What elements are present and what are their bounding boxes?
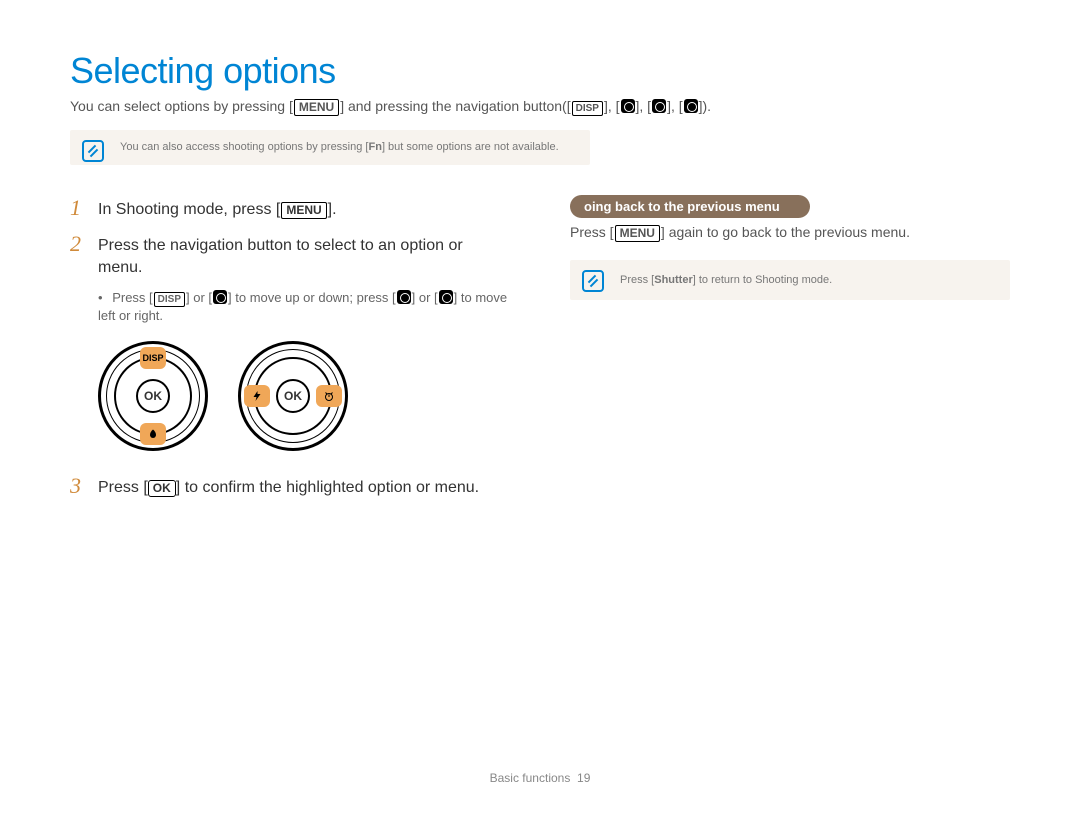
note-icon <box>82 140 104 162</box>
note1-a: You can also access shooting options by … <box>120 141 368 153</box>
macro-icon <box>213 290 227 304</box>
section-pill: oing back to the previous menu <box>570 195 810 218</box>
menu-key-label: MENU <box>281 202 326 219</box>
step-number: 1 <box>70 195 84 221</box>
dial-ok: OK <box>276 379 310 413</box>
note-icon <box>582 270 604 292</box>
s2s-d: ] or [ <box>412 290 438 305</box>
intro-e: ], [ <box>667 98 683 114</box>
macro-icon <box>621 99 635 113</box>
intro-a: You can select options by pressing [ <box>70 98 293 114</box>
dial-pad-flash <box>244 385 270 407</box>
intro-b: ] and pressing the navigation button([ <box>340 98 570 114</box>
rn-b: ] to return to Shooting mode. <box>693 274 832 286</box>
r-b: ] again to go back to the previous menu. <box>661 224 910 240</box>
right-text: Press [MENU] again to go back to the pre… <box>570 224 1010 242</box>
disp-key-label: DISP <box>154 292 185 307</box>
s1-b: ]. <box>328 201 337 218</box>
step-2-text: Press the navigation button to select to… <box>98 231 510 278</box>
footer-page-number: 19 <box>577 771 590 785</box>
flash-icon <box>397 290 411 304</box>
footer-section: Basic functions <box>490 771 571 785</box>
step-2: 2 Press the navigation button to select … <box>70 231 510 278</box>
step-1: 1 In Shooting mode, press [MENU]. <box>70 195 510 221</box>
step-1-text: In Shooting mode, press [MENU]. <box>98 195 337 221</box>
intro-f: ]). <box>699 98 711 114</box>
intro-c: ], [ <box>604 98 620 114</box>
dial-pad-timer <box>316 385 342 407</box>
menu-key-label: MENU <box>294 99 339 116</box>
s3-a: Press [ <box>98 479 148 496</box>
dial-pad-disp: DISP <box>140 347 166 369</box>
s2s-a: Press [ <box>112 290 152 305</box>
dial-pad-macro <box>140 423 166 445</box>
rn-a: Press [ <box>620 274 654 286</box>
r-a: Press [ <box>570 224 614 240</box>
left-column: 1 In Shooting mode, press [MENU]. 2 Pres… <box>70 195 510 509</box>
disp-key-label: DISP <box>572 101 603 116</box>
s2s-b: ] or [ <box>186 290 212 305</box>
step-2-sub: • Press [DISP] or [] to move up or down;… <box>98 289 510 325</box>
dial-illustrations: DISP OK OK <box>98 341 510 451</box>
timer-icon <box>684 99 698 113</box>
step-number: 3 <box>70 473 84 499</box>
step-3: 3 Press [OK] to conﬁrm the highlighted o… <box>70 473 510 499</box>
note-shutter: Press [Shutter] to return to Shooting mo… <box>570 260 1010 300</box>
note1-b: ] but some options are not available. <box>382 141 559 153</box>
intro-d: ], [ <box>636 98 652 114</box>
dial-horizontal: OK <box>238 341 348 451</box>
bullet: • <box>98 290 103 305</box>
s1-a: In Shooting mode, press [ <box>98 201 280 218</box>
menu-key-label: MENU <box>615 225 660 242</box>
right-column: oing back to the previous menu Press [ME… <box>570 195 1010 509</box>
dial-vertical: DISP OK <box>98 341 208 451</box>
note-fn-options: You can also access shooting options by … <box>70 130 590 165</box>
fn-key-label: Fn <box>368 141 381 153</box>
ok-key-label: OK <box>148 480 176 497</box>
step-number: 2 <box>70 231 84 278</box>
shutter-key-label: Shutter <box>654 274 693 286</box>
content-columns: 1 In Shooting mode, press [MENU]. 2 Pres… <box>70 195 1010 509</box>
step-3-text: Press [OK] to conﬁrm the highlighted opt… <box>98 473 479 499</box>
s2s-c: ] to move up or down; press [ <box>228 290 396 305</box>
dial-ok: OK <box>136 379 170 413</box>
flash-icon <box>652 99 666 113</box>
page-title: Selecting options <box>70 50 1010 92</box>
s3-b: ] to conﬁrm the highlighted option or me… <box>176 479 479 496</box>
page-footer: Basic functions 19 <box>0 771 1080 785</box>
intro-text: You can select options by pressing [MENU… <box>70 98 1010 116</box>
timer-icon <box>439 290 453 304</box>
